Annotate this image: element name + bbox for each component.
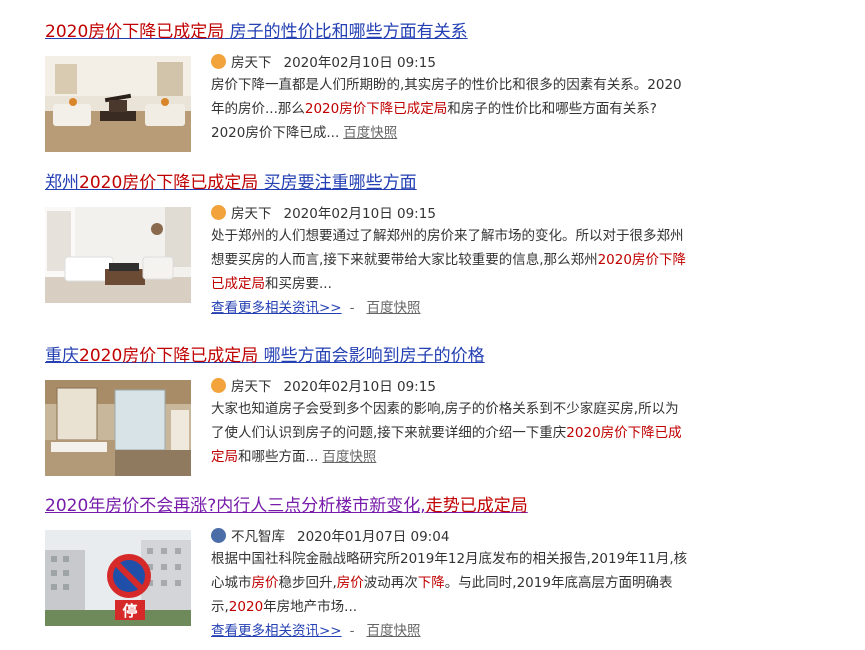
result-date: 2020年02月10日 09:15 [283, 206, 436, 222]
snapshot-link[interactable]: 百度快照 [322, 449, 376, 465]
result-abstract: 根据中国社科院金融战略研究所2019年12月底发布的相关报告,2019年11月,… [211, 551, 688, 615]
result-abstract: 大家也知道房子会受到多个因素的影响,房子的价格关系到不少家庭买房,所以为了使人们… [211, 401, 682, 465]
result-source: 不凡智库 [231, 529, 285, 545]
search-result: 2020房价下降已成定局 房子的性价比和哪些方面有关系 房天下 2020年02月… [45, 20, 845, 156]
snapshot-link[interactable]: 百度快照 [367, 300, 421, 316]
sign-label: 停 [122, 602, 137, 620]
result-thumbnail[interactable] [45, 380, 191, 476]
house-icon [211, 205, 226, 220]
more-news-link[interactable]: 查看更多相关资讯>> [211, 300, 342, 316]
result-title-link[interactable]: 2020年房价不会再涨?内行人三点分析楼市新变化,走势已成定局 [45, 494, 528, 518]
link-separator: - [349, 623, 355, 639]
search-result: 郑州2020房价下降已成定局 买房要注重哪些方面 房天下 2020年02月10日… [45, 171, 845, 316]
search-results: 2020房价下降已成定局 房子的性价比和哪些方面有关系 房天下 2020年02月… [0, 0, 865, 650]
house-icon [211, 54, 226, 69]
result-date: 2020年02月10日 09:15 [283, 55, 436, 71]
house-icon [211, 378, 226, 393]
search-result: 2020年房价不会再涨?内行人三点分析楼市新变化,走势已成定局 停 不凡智库 2… [45, 494, 845, 639]
result-thumbnail[interactable] [45, 207, 191, 303]
result-title-link[interactable]: 郑州2020房价下降已成定局 买房要注重哪些方面 [45, 171, 417, 195]
link-separator: - [349, 300, 355, 316]
result-source: 房天下 [231, 206, 272, 222]
result-links: 查看更多相关资讯>> - 百度快照 [211, 296, 691, 320]
result-title-link[interactable]: 重庆2020房价下降已成定局 哪些方面会影响到房子的价格 [45, 344, 485, 368]
result-source: 房天下 [231, 55, 272, 71]
result-abstract: 房价下降一直都是人们所期盼的,其实房子的性价比和很多的因素有关系。2020年的房… [211, 77, 682, 141]
living-room-image [45, 56, 191, 152]
bathroom-image [45, 380, 191, 476]
snapshot-link[interactable]: 百度快照 [343, 125, 397, 141]
search-result: 重庆2020房价下降已成定局 哪些方面会影响到房子的价格 房天下 2020年02月… [45, 344, 845, 480]
think-tank-icon [211, 528, 226, 543]
result-thumbnail[interactable] [45, 56, 191, 152]
no-parking-sign-image: 停 [45, 530, 191, 626]
result-date: 2020年02月10日 09:15 [283, 379, 436, 395]
result-links: 查看更多相关资讯>> - 百度快照 [211, 619, 691, 643]
result-source: 房天下 [231, 379, 272, 395]
bright-living-room-image [45, 207, 191, 303]
result-title-link[interactable]: 2020房价下降已成定局 房子的性价比和哪些方面有关系 [45, 20, 468, 44]
more-news-link[interactable]: 查看更多相关资讯>> [211, 623, 342, 639]
snapshot-link[interactable]: 百度快照 [367, 623, 421, 639]
result-thumbnail[interactable]: 停 [45, 530, 191, 626]
result-date: 2020年01月07日 09:04 [297, 529, 450, 545]
result-abstract: 处于郑州的人们想要通过了解郑州的房价来了解市场的变化。所以对于很多郑州想要买房的… [211, 228, 686, 292]
